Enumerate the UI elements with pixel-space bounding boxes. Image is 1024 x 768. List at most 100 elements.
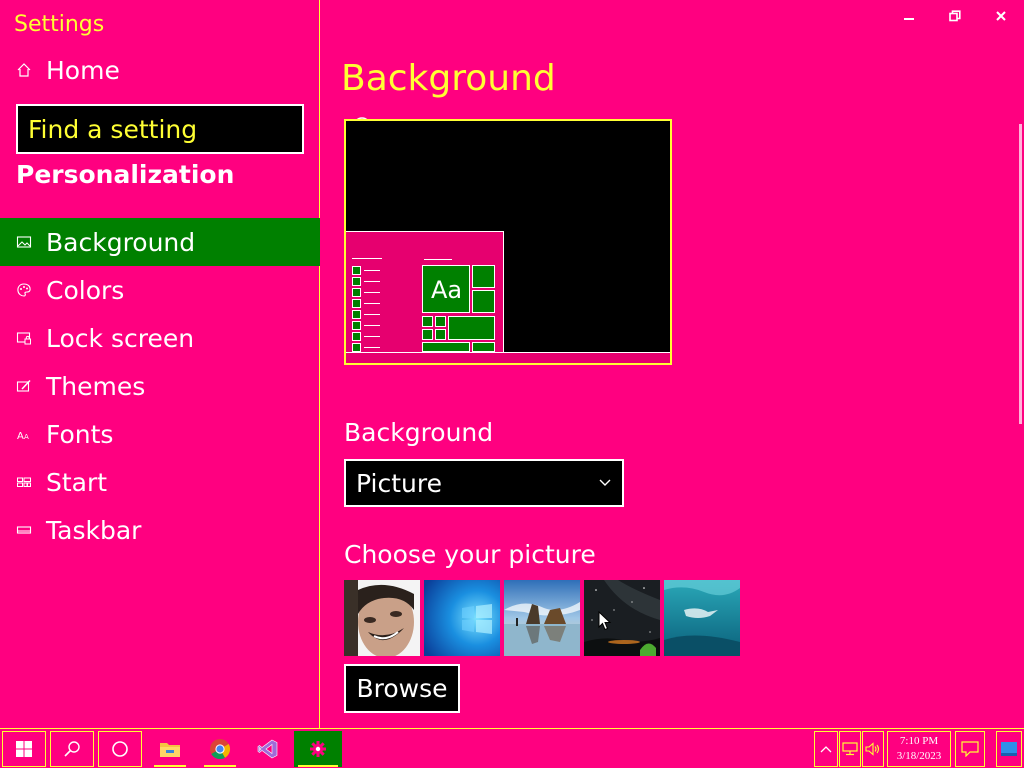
visual-studio-button[interactable] — [248, 731, 288, 767]
preview-list-row — [352, 288, 382, 297]
preview-list-row — [352, 310, 382, 319]
palette-icon — [0, 282, 46, 298]
preview-list-square — [352, 266, 361, 275]
clock-time: 7:10 PM — [899, 735, 939, 747]
visual-studio-icon — [257, 739, 278, 759]
running-indicator — [204, 765, 236, 767]
sidebar: Settings Home Personalization Background… — [0, 0, 371, 728]
svg-text:A: A — [17, 431, 24, 442]
svg-text:A: A — [24, 433, 29, 441]
chrome-button[interactable] — [200, 731, 240, 767]
preview-list-line — [364, 292, 380, 293]
thumbnail-underwater[interactable] — [664, 580, 740, 656]
preview-tile-text: Aa — [431, 276, 463, 304]
preview-list-row — [352, 332, 382, 341]
sidebar-item-label: Themes — [46, 371, 146, 401]
restore-button[interactable] — [932, 0, 978, 32]
sidebar-item-themes[interactable]: Themes — [0, 362, 320, 410]
start-button[interactable] — [2, 731, 46, 767]
search-box — [16, 104, 371, 154]
preview-list-square — [352, 288, 361, 297]
action-center-icon — [961, 741, 979, 757]
preview-list-line — [364, 281, 380, 282]
sidebar-item-label: Taskbar — [46, 515, 142, 545]
home-label: Home — [46, 55, 120, 85]
sidebar-item-label: Fonts — [46, 419, 114, 449]
volume-icon — [865, 742, 880, 756]
thumbnail-beach-rocks[interactable] — [504, 580, 580, 656]
thumbnail-night-sky[interactable] — [584, 580, 660, 656]
notifications-button[interactable] — [955, 731, 985, 767]
show-hidden-icons-button[interactable] — [814, 731, 838, 767]
preview-list-line — [364, 347, 380, 348]
home-link[interactable]: Home — [0, 52, 320, 88]
cortana-button[interactable] — [98, 731, 142, 767]
preview-list-line — [352, 258, 382, 259]
taskbar-clock[interactable]: 7:10 PM 3/18/2023 — [887, 731, 951, 767]
settings-app-button[interactable] — [294, 731, 342, 767]
preview-tile — [472, 290, 495, 313]
preview-list-square — [352, 321, 361, 330]
network-button[interactable] — [839, 731, 861, 767]
background-type-select[interactable]: Picture — [344, 459, 624, 507]
volume-button[interactable] — [862, 731, 884, 767]
preview-list-line — [364, 303, 380, 304]
preview-start-menu: Aa — [346, 231, 504, 352]
choose-picture-label: Choose your picture — [344, 540, 596, 569]
sidebar-item-fonts[interactable]: AA Fonts — [0, 410, 320, 458]
chevron-down-icon — [599, 479, 611, 486]
clock-date: 3/18/2023 — [896, 750, 942, 762]
preview-list-square — [352, 310, 361, 319]
preview-tile — [422, 329, 433, 340]
sidebar-item-start[interactable]: Start — [0, 458, 320, 506]
preview-tile-header — [424, 259, 452, 260]
preview-list-row — [352, 321, 382, 330]
background-type-label: Background — [344, 418, 494, 447]
preview-tile — [448, 316, 495, 340]
running-indicator — [154, 765, 186, 767]
background-type-value: Picture — [356, 468, 442, 498]
preview-tile — [472, 265, 495, 288]
search-icon — [64, 741, 80, 757]
chrome-icon — [210, 739, 231, 760]
mouse-cursor-icon — [598, 611, 612, 631]
running-indicator — [298, 765, 338, 767]
preview-taskbar — [346, 352, 670, 363]
sidebar-item-taskbar[interactable]: Taskbar — [0, 506, 320, 554]
chevron-up-icon — [820, 746, 832, 753]
section-heading: Personalization — [16, 160, 235, 189]
sidebar-item-label: Background — [46, 227, 196, 257]
restore-icon — [949, 10, 961, 22]
preview-tile — [435, 329, 446, 340]
preview-list-square — [352, 343, 361, 352]
desktop-icon — [1001, 742, 1017, 756]
close-button[interactable] — [978, 0, 1024, 32]
minimize-button[interactable] — [886, 0, 932, 32]
sidebar-item-label: Lock screen — [46, 323, 195, 353]
file-explorer-icon — [160, 743, 180, 757]
preview-tile — [422, 316, 433, 327]
network-icon — [842, 742, 858, 756]
file-explorer-button[interactable] — [150, 731, 190, 767]
themes-icon — [0, 378, 46, 394]
home-icon — [0, 62, 46, 78]
picture-icon — [0, 234, 46, 250]
close-icon — [996, 11, 1006, 21]
preview-list-row — [352, 266, 382, 275]
search-input[interactable] — [18, 106, 345, 152]
app-title: Settings — [14, 12, 105, 37]
preview-list-row — [352, 299, 382, 308]
thumbnail-portrait[interactable] — [344, 580, 420, 656]
sidebar-item-lock-screen[interactable]: Lock screen — [0, 314, 320, 362]
preview-tile — [422, 342, 470, 352]
sidebar-item-background[interactable]: Background — [0, 218, 320, 266]
preview-tile — [472, 342, 495, 352]
start-icon — [0, 474, 46, 490]
browse-button[interactable]: Browse — [344, 664, 460, 713]
preview-list-square — [352, 332, 361, 341]
show-desktop-button[interactable] — [996, 731, 1022, 767]
sidebar-item-colors[interactable]: Colors — [0, 266, 320, 314]
scrollbar[interactable] — [1019, 124, 1022, 424]
thumbnail-windows-blue[interactable] — [424, 580, 500, 656]
taskbar-search-button[interactable] — [50, 731, 94, 767]
